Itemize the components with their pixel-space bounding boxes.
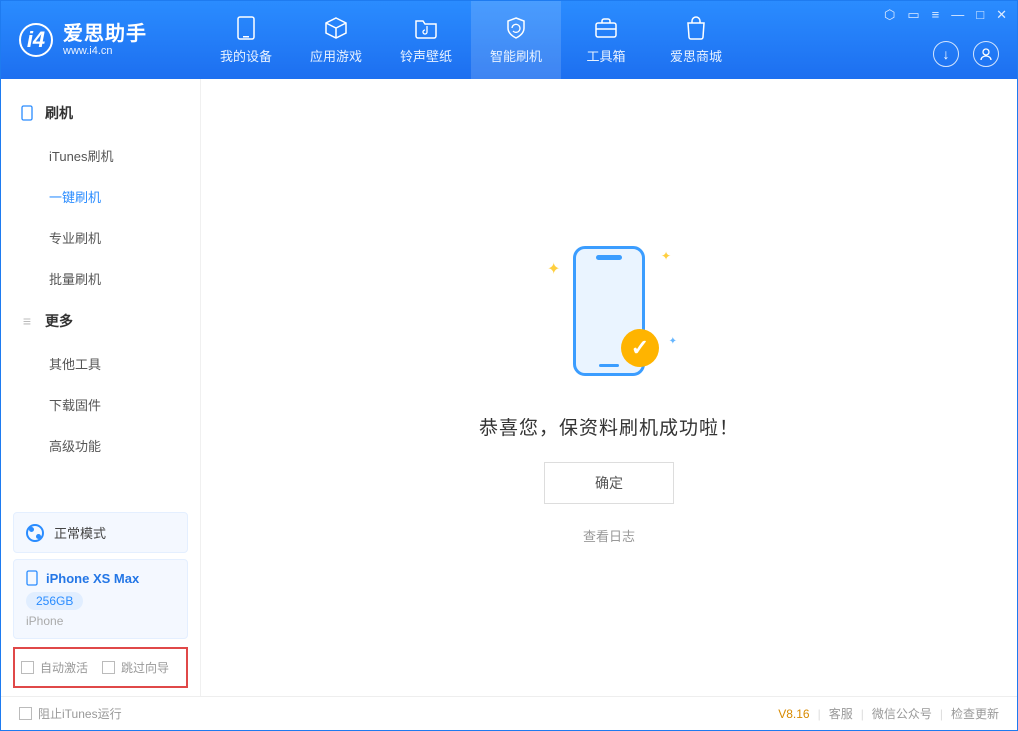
device-storage: 256GB — [26, 592, 83, 610]
app-logo: i4 爱思助手 www.i4.cn — [1, 23, 201, 57]
auto-activate-checkbox[interactable]: 自动激活 — [21, 659, 88, 676]
account-button[interactable] — [973, 41, 999, 67]
shield-refresh-icon — [504, 16, 528, 40]
device-name: iPhone XS Max — [46, 571, 139, 586]
app-window: i4 爱思助手 www.i4.cn 我的设备 应用游戏 铃声壁纸 智能刷机 — [0, 0, 1018, 731]
window-controls: ⬡ ▭ ≡ — □ ✕ — [884, 7, 1007, 23]
tab-ringtones[interactable]: 铃声壁纸 — [381, 1, 471, 79]
tab-label: 应用游戏 — [310, 46, 362, 65]
logo-icon: i4 — [19, 23, 53, 57]
title-bar: i4 爱思助手 www.i4.cn 我的设备 应用游戏 铃声壁纸 智能刷机 — [1, 1, 1017, 79]
tab-mydevice[interactable]: 我的设备 — [201, 1, 291, 79]
check-update-link[interactable]: 检查更新 — [951, 705, 999, 722]
shirt-icon[interactable]: ⬡ — [884, 7, 895, 23]
app-title: 爱思助手 — [63, 23, 147, 45]
tab-toolbox[interactable]: 工具箱 — [561, 1, 651, 79]
phone-small-icon — [26, 570, 38, 586]
section-title: 刷机 — [45, 103, 73, 123]
menu-icon[interactable]: ▭ — [907, 7, 919, 23]
close-button[interactable]: ✕ — [996, 7, 1007, 23]
device-mode-box[interactable]: 正常模式 — [13, 512, 188, 553]
sparkle-icon: ✦ — [669, 336, 677, 347]
block-itunes-checkbox[interactable]: 阻止iTunes运行 — [19, 705, 122, 722]
tab-label: 爱思商城 — [670, 46, 722, 65]
phone-icon — [234, 16, 258, 40]
sidebar-list: 刷机 iTunes刷机 一键刷机 专业刷机 批量刷机 ≡ 更多 其他工具 下载固… — [1, 79, 200, 506]
tab-label: 工具箱 — [586, 46, 625, 65]
checkmark-badge-icon: ✓ — [621, 329, 659, 367]
wechat-link[interactable]: 微信公众号 — [872, 705, 932, 722]
checkbox-label: 自动激活 — [40, 659, 88, 676]
sidebar-item-pro-flash[interactable]: 专业刷机 — [1, 217, 200, 258]
view-log-link[interactable]: 查看日志 — [583, 526, 635, 545]
checkbox-label: 跳过向导 — [121, 659, 169, 676]
sidebar-item-batch-flash[interactable]: 批量刷机 — [1, 258, 200, 299]
device-icon — [19, 105, 35, 121]
checkbox-icon — [19, 707, 32, 720]
sidebar-bottom: 正常模式 iPhone XS Max 256GB iPhone 自动激活 — [1, 506, 200, 696]
mode-label: 正常模式 — [54, 523, 106, 542]
maximize-button[interactable]: □ — [976, 7, 984, 23]
success-message: 恭喜您，保资料刷机成功啦！ — [479, 413, 739, 440]
mode-icon — [26, 524, 44, 542]
checkbox-icon — [21, 661, 34, 674]
more-icon: ≡ — [19, 313, 35, 329]
checkbox-icon — [102, 661, 115, 674]
status-bar: 阻止iTunes运行 V8.16 | 客服 | 微信公众号 | 检查更新 — [1, 696, 1017, 730]
header-actions: ↓ — [933, 41, 999, 67]
cube-icon — [324, 16, 348, 40]
tab-apps[interactable]: 应用游戏 — [291, 1, 381, 79]
main-tabs: 我的设备 应用游戏 铃声壁纸 智能刷机 工具箱 爱思商城 — [201, 1, 741, 79]
sidebar-item-itunes-flash[interactable]: iTunes刷机 — [1, 135, 200, 176]
tab-label: 铃声壁纸 — [400, 46, 452, 65]
device-info-box[interactable]: iPhone XS Max 256GB iPhone — [13, 559, 188, 639]
sidebar-item-advanced[interactable]: 高级功能 — [1, 425, 200, 466]
main-content: ✦ ✦ ✦ ✓ 恭喜您，保资料刷机成功啦！ 确定 查看日志 — [201, 79, 1017, 696]
tab-label: 智能刷机 — [490, 46, 542, 65]
sidebar-item-other-tools[interactable]: 其他工具 — [1, 343, 200, 384]
checkbox-label: 阻止iTunes运行 — [38, 705, 122, 722]
skip-guide-checkbox[interactable]: 跳过向导 — [102, 659, 169, 676]
ok-button[interactable]: 确定 — [544, 462, 674, 504]
music-folder-icon — [414, 16, 438, 40]
section-title: 更多 — [45, 311, 73, 331]
app-url: www.i4.cn — [63, 45, 147, 57]
sparkle-icon: ✦ — [547, 259, 560, 279]
version-label: V8.16 — [778, 707, 809, 721]
sidebar: 刷机 iTunes刷机 一键刷机 专业刷机 批量刷机 ≡ 更多 其他工具 下载固… — [1, 79, 201, 696]
device-type: iPhone — [26, 614, 175, 628]
download-button[interactable]: ↓ — [933, 41, 959, 67]
success-illustration: ✦ ✦ ✦ ✓ — [529, 231, 689, 391]
list-icon[interactable]: ≡ — [932, 7, 940, 23]
minimize-button[interactable]: — — [951, 7, 964, 23]
sidebar-section-more: ≡ 更多 — [1, 299, 200, 343]
support-link[interactable]: 客服 — [829, 705, 853, 722]
body: 刷机 iTunes刷机 一键刷机 专业刷机 批量刷机 ≡ 更多 其他工具 下载固… — [1, 79, 1017, 696]
tab-flash[interactable]: 智能刷机 — [471, 1, 561, 79]
sidebar-section-flash: 刷机 — [1, 91, 200, 135]
sparkle-icon: ✦ — [661, 249, 671, 263]
sidebar-item-download-fw[interactable]: 下载固件 — [1, 384, 200, 425]
flash-options-highlight: 自动激活 跳过向导 — [13, 647, 188, 688]
briefcase-icon — [594, 16, 618, 40]
tab-store[interactable]: 爱思商城 — [651, 1, 741, 79]
sidebar-item-oneclick-flash[interactable]: 一键刷机 — [1, 176, 200, 217]
bag-icon — [684, 16, 708, 40]
tab-label: 我的设备 — [220, 46, 272, 65]
